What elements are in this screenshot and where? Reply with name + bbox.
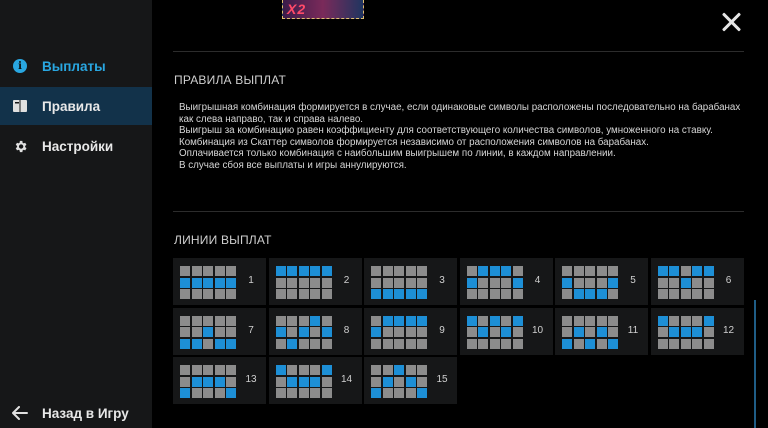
payline-pattern	[371, 266, 427, 299]
rules-title: ПРАВИЛА ВЫПЛАТ	[174, 73, 286, 87]
payline-cell: 8	[268, 307, 362, 355]
payline-number: 8	[343, 324, 350, 336]
payline-number: 1	[248, 275, 254, 286]
payline-pattern	[275, 266, 332, 299]
close-icon[interactable]	[718, 8, 746, 36]
payline-number: 12	[722, 324, 735, 336]
payline-pattern	[657, 266, 714, 299]
payline-pattern	[371, 365, 427, 398]
payline-cell: 7	[173, 307, 266, 355]
payline-cell: 1	[173, 258, 266, 305]
payline-number: 4	[534, 275, 541, 286]
divider	[173, 211, 744, 212]
game-logo: X2	[282, 0, 364, 19]
gear-icon	[12, 138, 28, 154]
rules-paragraph: Выигрыш за комбинацию равен коэффициенту…	[179, 125, 713, 137]
main-panel: X2 ПРАВИЛА ВЫПЛАТ Выигрышная комбинация …	[152, 0, 768, 428]
rules-paragraph: В случае сбоя все выплаты и игры аннулир…	[179, 159, 407, 171]
payline-number: 10	[531, 324, 544, 336]
scrollbar[interactable]	[754, 300, 756, 428]
menu-item-settings[interactable]: Настройки	[0, 127, 152, 165]
payline-cell: 9	[364, 307, 457, 355]
payline-number: 15	[436, 374, 448, 385]
payline-number: 7	[248, 324, 254, 336]
payline-pattern	[657, 315, 714, 349]
payline-pattern	[180, 365, 236, 398]
book-icon	[12, 98, 28, 114]
payline-cell: 2	[268, 258, 362, 305]
rules-paragraph: Комбинация из Скаттер символов формирует…	[179, 136, 649, 148]
payline-cell: 10	[459, 307, 553, 355]
payline-pattern	[180, 315, 236, 349]
payline-pattern	[180, 266, 236, 299]
back-label: Назад в Игру	[42, 405, 129, 421]
payline-number: 5	[630, 275, 636, 286]
menu-item-label: Правила	[42, 98, 101, 114]
menu-item-label: Выплаты	[42, 58, 106, 74]
payline-cell: 11	[555, 307, 648, 355]
paylines-title: ЛИНИИ ВЫПЛАТ	[174, 233, 272, 247]
arrow-left-icon	[12, 406, 28, 420]
payline-pattern	[562, 315, 618, 349]
payline-number: 9	[439, 324, 445, 336]
payline-number: 11	[627, 324, 639, 336]
payline-pattern	[466, 315, 523, 349]
payline-number: 14	[340, 374, 353, 385]
payline-pattern	[371, 315, 427, 349]
payline-cell: 3	[364, 258, 457, 305]
payline-pattern	[562, 266, 618, 299]
divider	[173, 51, 744, 52]
sidebar: i Выплаты Правила Настройки Назад в Игру	[0, 0, 152, 428]
rules-paragraph: Оплачивается только комбинация с наиболь…	[179, 148, 616, 160]
info-icon: i	[12, 58, 28, 74]
menu-item-label: Настройки	[42, 138, 114, 154]
menu-item-rules[interactable]: Правила	[0, 87, 152, 125]
payline-number: 13	[245, 374, 257, 385]
payline-number: 3	[439, 275, 445, 286]
payline-pattern	[275, 365, 332, 398]
payline-cell: 12	[650, 307, 744, 355]
payline-number: 2	[343, 275, 350, 286]
rules-paragraph: Выигрышная комбинация формируется в случ…	[179, 102, 741, 125]
payline-cell: 4	[459, 258, 553, 305]
payline-number: 6	[725, 275, 732, 286]
payline-cell: 14	[268, 357, 362, 404]
back-to-game-button[interactable]: Назад в Игру	[0, 398, 152, 428]
payline-cell: 6	[650, 258, 744, 305]
payline-cell: 15	[364, 357, 457, 404]
rules-text: Выигрышная комбинация формируется в случ…	[179, 102, 744, 172]
menu-item-payouts[interactable]: i Выплаты	[0, 47, 152, 85]
payline-pattern	[466, 266, 523, 299]
payline-pattern	[275, 315, 332, 349]
payline-cell: 13	[173, 357, 266, 404]
payline-cell: 5	[555, 258, 648, 305]
